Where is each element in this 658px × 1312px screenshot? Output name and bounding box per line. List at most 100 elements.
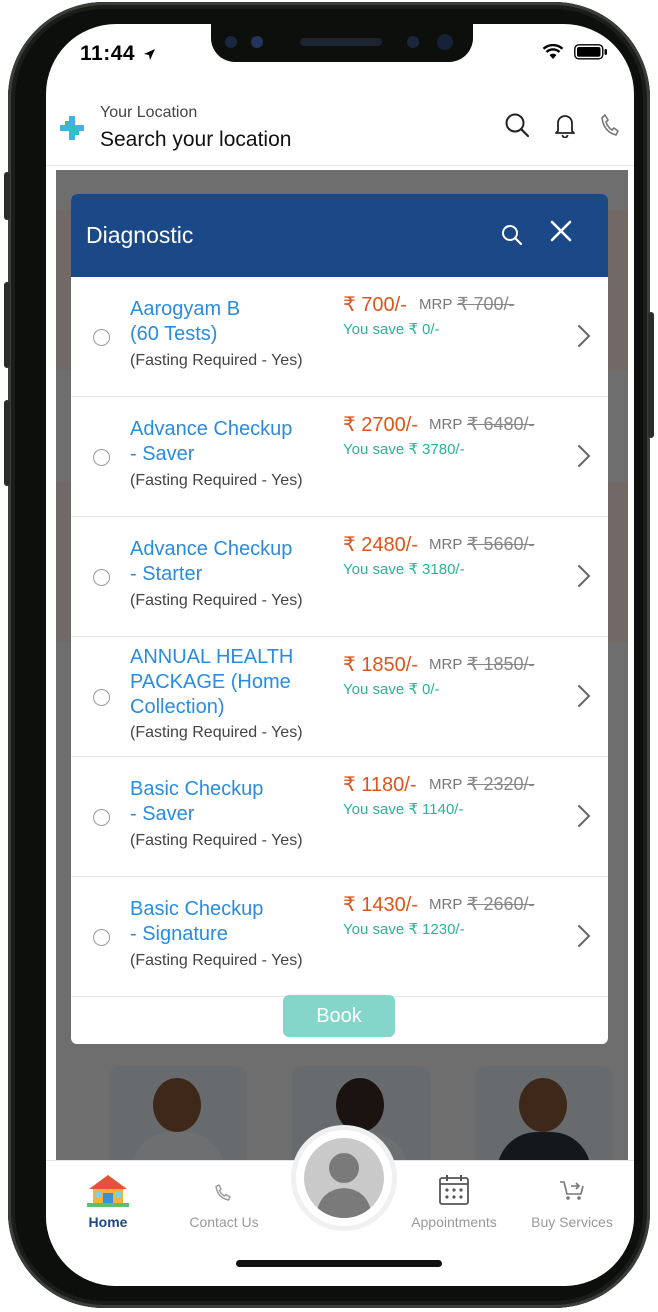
package-price: ₹ 1430/-	[343, 894, 418, 916]
brand-logo-icon	[60, 116, 84, 140]
home-icon	[87, 1175, 129, 1207]
tab-contact-us[interactable]: Contact Us	[174, 1173, 274, 1230]
package-radio[interactable]	[93, 929, 110, 946]
package-name[interactable]: Aarogyam B (60 Tests)	[130, 297, 330, 347]
chevron-right-icon[interactable]	[577, 564, 591, 588]
screen: 11:44 Your Location Search your location…	[46, 24, 634, 1286]
savings-text: You save ₹ 0/-	[343, 321, 440, 338]
modal-header: Diagnostic	[71, 194, 608, 277]
phone-icon	[215, 1184, 231, 1201]
search-icon[interactable]	[504, 112, 530, 138]
calendar-icon	[439, 1175, 469, 1205]
package-radio[interactable]	[93, 329, 110, 346]
tab-home[interactable]: Home	[70, 1173, 146, 1230]
package-row[interactable]: Basic Checkup - Saver (Fasting Required - …	[71, 757, 608, 877]
mrp-price: ₹ 1850/-	[467, 654, 535, 674]
phone-icon[interactable]	[600, 113, 620, 137]
power-button	[648, 312, 654, 438]
package-radio[interactable]	[93, 809, 110, 826]
package-row[interactable]: Basic Checkup - Signature (Fasting Require…	[71, 877, 608, 997]
home-indicator[interactable]	[236, 1260, 442, 1267]
profile-avatar-button[interactable]	[296, 1130, 392, 1226]
mrp-label: MRP	[419, 296, 453, 313]
package-name[interactable]: Advance Checkup - Saver	[130, 417, 330, 467]
user-silhouette-icon	[316, 1153, 372, 1218]
wifi-icon	[542, 44, 564, 59]
savings-text: You save ₹ 3180/-	[343, 561, 465, 578]
close-icon[interactable]	[550, 220, 572, 242]
tab-label: Appointments	[411, 1214, 497, 1230]
package-radio[interactable]	[93, 569, 110, 586]
cart-icon	[560, 1181, 584, 1200]
location-arrow-icon	[144, 49, 155, 60]
package-radio[interactable]	[93, 449, 110, 466]
chevron-right-icon[interactable]	[577, 444, 591, 468]
savings-text: You save ₹ 1140/-	[343, 801, 464, 818]
mute-switch	[4, 172, 10, 220]
fasting-note: (Fasting Required - Yes)	[130, 724, 303, 741]
tab-appointments[interactable]: Appointments	[402, 1173, 506, 1230]
savings-text: You save ₹ 0/-	[343, 681, 440, 698]
tab-label: Home	[88, 1214, 128, 1230]
package-price: ₹ 1850/-	[343, 654, 418, 676]
tab-label: Buy Services	[531, 1214, 613, 1230]
modal-title: Diagnostic	[86, 222, 194, 248]
sensor-dot	[407, 36, 419, 48]
package-price: ₹ 1180/-	[343, 774, 417, 796]
fasting-note: (Fasting Required - Yes)	[130, 952, 303, 969]
sensor-dot	[251, 36, 263, 48]
phone-frame: 11:44 Your Location Search your location…	[4, 2, 654, 1308]
package-radio[interactable]	[93, 689, 110, 706]
package-row[interactable]: Aarogyam B (60 Tests) (Fasting Required - …	[71, 277, 608, 397]
package-list: Aarogyam B (60 Tests) (Fasting Required - …	[71, 277, 608, 997]
search-icon[interactable]	[501, 224, 523, 246]
chevron-right-icon[interactable]	[577, 684, 591, 708]
volume-down-button	[4, 400, 10, 486]
chevron-right-icon[interactable]	[577, 804, 591, 828]
mrp-label: MRP	[429, 776, 463, 793]
package-row[interactable]: Advance Checkup - Saver (Fasting Required …	[71, 397, 608, 517]
package-name[interactable]: Basic Checkup - Saver	[130, 777, 330, 827]
chevron-right-icon[interactable]	[577, 324, 591, 348]
package-price: ₹ 2700/-	[343, 414, 418, 436]
fasting-note: (Fasting Required - Yes)	[130, 472, 303, 489]
mrp-label: MRP	[429, 896, 463, 913]
sensor-dot	[225, 36, 237, 48]
savings-text: You save ₹ 3780/-	[343, 441, 465, 458]
mrp-price: ₹ 2320/-	[467, 774, 535, 794]
mrp-price: ₹ 2660/-	[467, 894, 535, 914]
tab-buy-services[interactable]: Buy Services	[524, 1173, 620, 1230]
package-price: ₹ 2480/-	[343, 534, 418, 556]
location-selector[interactable]: Search your location	[100, 128, 291, 152]
volume-up-button	[4, 282, 10, 368]
package-name[interactable]: Basic Checkup - Signature	[130, 897, 330, 947]
mrp-label: MRP	[429, 656, 463, 673]
bell-icon[interactable]	[552, 112, 578, 138]
mrp-label: MRP	[429, 536, 463, 553]
chevron-right-icon[interactable]	[577, 924, 591, 948]
tab-label: Contact Us	[189, 1214, 259, 1230]
savings-text: You save ₹ 1230/-	[343, 921, 465, 938]
package-name[interactable]: ANNUAL HEALTH PACKAGE (Home Collection)	[130, 645, 330, 720]
mrp-price: ₹ 700/-	[457, 294, 515, 314]
mrp-price: ₹ 5660/-	[467, 534, 535, 554]
package-row[interactable]: ANNUAL HEALTH PACKAGE (Home Collection) (Fa…	[71, 637, 608, 757]
package-name[interactable]: Advance Checkup - Starter	[130, 537, 330, 587]
diagnostic-modal: Diagnostic Aarogyam B (60 Tests) (Fasting …	[71, 194, 608, 1044]
battery-icon	[574, 44, 607, 60]
book-button[interactable]: Book	[283, 995, 395, 1037]
mrp-label: MRP	[429, 416, 463, 433]
fasting-note: (Fasting Required - Yes)	[130, 592, 303, 609]
status-time: 11:44	[80, 42, 136, 65]
notch	[211, 24, 473, 62]
package-row[interactable]: Advance Checkup - Starter (Fasting Require…	[71, 517, 608, 637]
mrp-price: ₹ 6480/-	[467, 414, 535, 434]
app-header: Your Location Search your location	[46, 98, 634, 166]
fasting-note: (Fasting Required - Yes)	[130, 352, 303, 369]
location-label: Your Location	[100, 104, 198, 121]
package-price: ₹ 700/-	[343, 294, 407, 316]
avatar	[304, 1138, 384, 1218]
earpiece-speaker	[300, 38, 382, 46]
fasting-note: (Fasting Required - Yes)	[130, 832, 303, 849]
front-camera	[437, 34, 453, 50]
